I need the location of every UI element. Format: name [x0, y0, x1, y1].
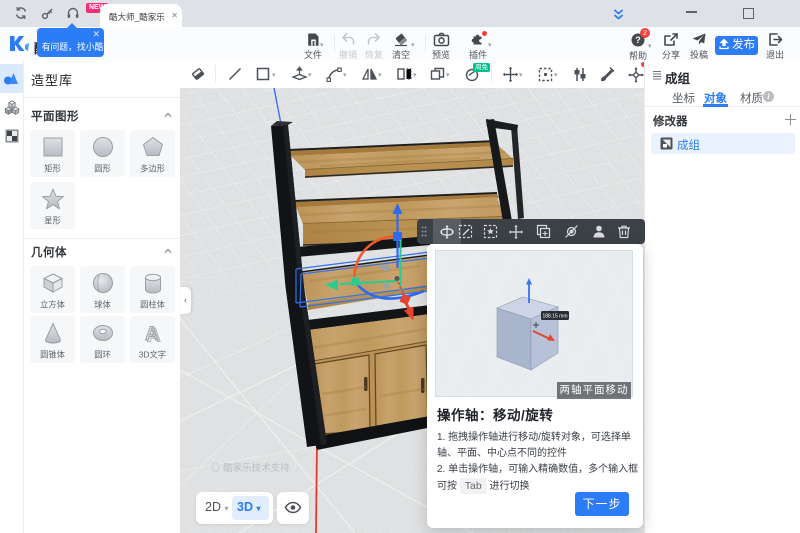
svg-text:188.15 mm: 188.15 mm	[542, 314, 567, 320]
svg-text:?: ?	[635, 35, 641, 45]
svg-text:A: A	[147, 326, 161, 347]
